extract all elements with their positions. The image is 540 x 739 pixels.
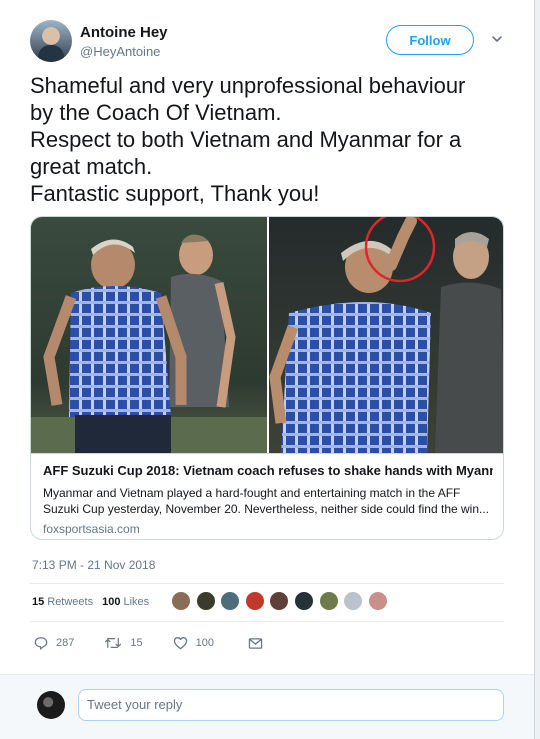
likes-count: 100	[102, 596, 121, 608]
liker-avatar[interactable]	[367, 591, 388, 611]
liker-avatar[interactable]	[318, 591, 339, 611]
follow-button[interactable]: Follow	[386, 25, 474, 55]
chevron-down-icon[interactable]	[490, 32, 504, 46]
liker-avatar[interactable]	[269, 591, 290, 611]
envelope-icon	[248, 637, 263, 649]
reply-icon	[34, 637, 48, 650]
card-domain: foxsportsasia.com	[43, 522, 140, 536]
engagement-stats: 15 Retweets 100 Likes	[32, 596, 149, 608]
tweet-actions: 287 15 100	[34, 633, 263, 653]
reply-composer: Tweet your reply	[0, 674, 534, 739]
tweet-text-line: by the Coach Of Vietnam.	[30, 100, 282, 125]
liker-avatar[interactable]	[220, 591, 241, 611]
divider	[30, 583, 504, 584]
author-name[interactable]: Antoine Hey	[80, 24, 168, 41]
retweets-label: Retweets	[47, 596, 94, 608]
tweet-text-line: Shameful and very unprofessional behavio…	[30, 73, 466, 98]
tweet-text-line: great match.	[30, 154, 153, 179]
liker-avatars	[171, 591, 392, 611]
card-body[interactable]: AFF Suzuki Cup 2018: Vietnam coach refus…	[31, 453, 503, 539]
like-count: 100	[195, 637, 214, 649]
card-title[interactable]: AFF Suzuki Cup 2018: Vietnam coach refus…	[43, 463, 493, 478]
tweet-text-line: Fantastic support, Thank you!	[30, 181, 320, 206]
card-image[interactable]	[31, 217, 503, 453]
tweet-text: Shameful and very unprofessional behavio…	[30, 72, 510, 207]
current-user-avatar[interactable]	[37, 691, 65, 719]
likes-label: Likes	[123, 596, 150, 608]
retweet-icon	[105, 638, 122, 648]
retweets-stat[interactable]: 15 Retweets	[32, 596, 93, 608]
reply-count: 287	[56, 637, 75, 649]
like-action[interactable]: 100	[173, 636, 214, 650]
divider	[30, 621, 504, 622]
tweet-timestamp[interactable]: 7:13 PM - 21 Nov 2018	[32, 558, 155, 572]
retweets-count: 15	[32, 596, 45, 608]
retweet-action[interactable]: 15	[104, 636, 143, 650]
reply-action[interactable]: 287	[34, 636, 74, 650]
liker-avatar[interactable]	[244, 591, 265, 611]
retweet-count: 15	[130, 637, 143, 649]
direct-message-action[interactable]	[248, 637, 263, 650]
likes-stat[interactable]: 100 Likes	[102, 596, 149, 608]
scrollbar[interactable]	[534, 0, 540, 739]
liker-avatar[interactable]	[171, 591, 191, 611]
liker-avatar[interactable]	[195, 591, 216, 611]
reply-input[interactable]: Tweet your reply	[78, 689, 504, 721]
tweet-header: Antoine Hey @HeyAntoine Follow	[30, 20, 510, 64]
author-avatar[interactable]	[30, 20, 72, 62]
heart-icon	[173, 637, 187, 650]
card-description: Myanmar and Vietnam played a hard-fought…	[43, 486, 490, 516]
liker-avatar[interactable]	[293, 591, 314, 611]
tweet-text-line: Respect to both Vietnam and Myanmar for …	[30, 127, 462, 152]
link-card[interactable]: AFF Suzuki Cup 2018: Vietnam coach refus…	[30, 216, 504, 540]
author-handle[interactable]: @HeyAntoine	[80, 44, 160, 59]
liker-avatar[interactable]	[343, 591, 364, 611]
